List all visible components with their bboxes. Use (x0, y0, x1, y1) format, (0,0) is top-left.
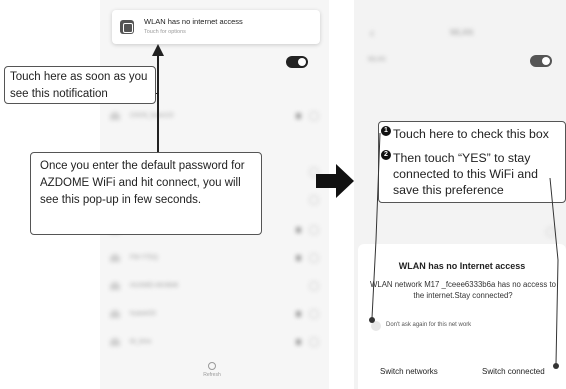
step-1-pointer-line (371, 132, 381, 319)
step-pointers (369, 132, 559, 369)
step-2-pointer-line (549, 177, 559, 365)
step-1-pointer-dot (369, 317, 375, 323)
step-2-pointer-dot (553, 363, 559, 369)
